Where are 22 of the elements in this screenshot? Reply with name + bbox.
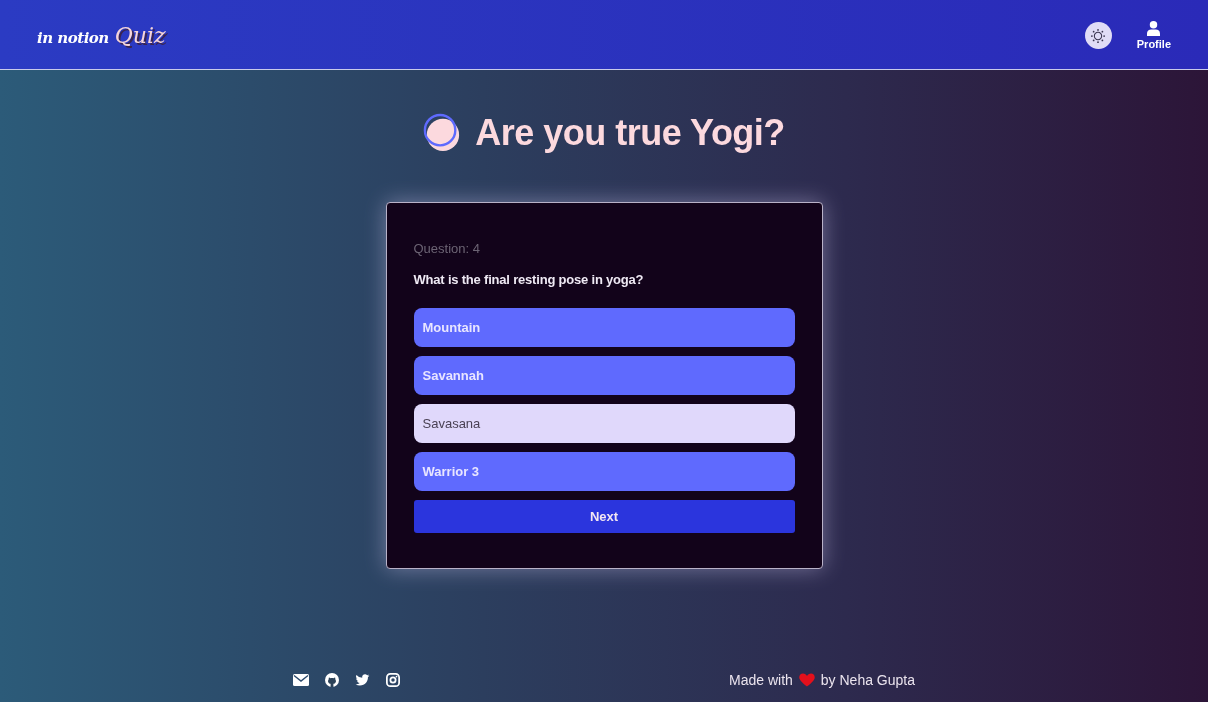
answer-option[interactable]: Savannah	[413, 356, 795, 395]
quiz-title: Are you true Yogi?	[475, 111, 785, 155]
credit-text: Made with	[729, 672, 793, 688]
bird-icon[interactable]	[355, 674, 370, 686]
answer-option[interactable]: Warrior 3	[413, 452, 795, 491]
envelope-icon[interactable]	[293, 674, 309, 686]
camera-icon[interactable]	[386, 673, 400, 687]
user-icon	[1147, 21, 1161, 36]
answer-option[interactable]: Mountain	[413, 308, 795, 347]
sun-icon	[1091, 28, 1106, 43]
next-button[interactable]: Next	[413, 500, 795, 533]
profile-button[interactable]: Profile	[1136, 21, 1171, 50]
theme-toggle-button[interactable]	[1084, 22, 1112, 49]
question-number: Question: 4	[413, 240, 481, 258]
author-text: by Neha Gupta	[820, 672, 915, 688]
logo-text: in notion	[37, 29, 109, 47]
answer-option[interactable]: Savasana	[413, 404, 795, 443]
cat-icon[interactable]	[325, 673, 339, 687]
logo-highlight: Quiz	[114, 23, 166, 48]
question-text: What is the final resting pose in yoga?	[413, 271, 645, 289]
circles-icon	[423, 113, 462, 153]
heart-icon	[798, 673, 815, 687]
